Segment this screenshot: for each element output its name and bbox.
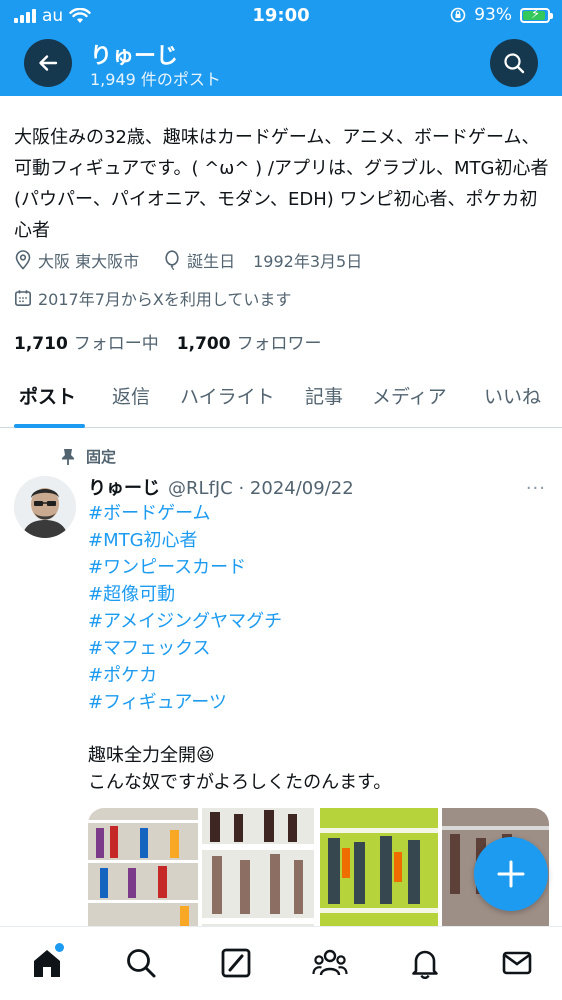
header-post-count: 1,949 件のポスト [90,70,221,89]
search-button[interactable] [490,39,538,87]
grok-icon [221,948,251,978]
bottom-nav [0,926,562,1000]
profile-join-row: 2017年7月からXを利用しています [14,286,291,310]
compose-post-button[interactable] [474,837,548,911]
location-icon [15,250,31,270]
arrow-left-icon [39,55,58,71]
hashtag-link[interactable]: #ポケカ [88,662,282,689]
following-label: フォロー中 [73,334,159,354]
communities-icon [312,949,348,976]
notification-dot [55,943,64,952]
nav-notifications[interactable] [405,943,445,983]
nav-grok[interactable] [216,943,256,983]
post-text-line: こんな奴ですがよろしくたのんます。 [88,772,392,793]
hashtag-link[interactable]: #MTG初心者 [88,527,282,554]
tab-articles[interactable]: 記事 [305,382,343,409]
hashtag-link[interactable]: #ボードゲーム [88,500,282,527]
tab-highlights[interactable]: ハイライト [180,382,275,409]
search-icon [504,53,525,74]
post-text-line: 趣味全力全開😆 [88,745,215,766]
nav-messages[interactable] [497,943,537,983]
nav-search[interactable] [121,943,161,983]
status-right: 93% ⚡ [450,5,553,25]
more-options-button[interactable]: ··· [526,478,546,499]
avatar[interactable] [14,476,76,538]
following-link[interactable]: 1,710 フォロー中 [14,329,159,354]
profile-bio: 大阪住みの32歳、趣味はカードゲーム、アニメ、ボードゲーム、可動フィギュアです。… [14,127,549,241]
hashtag-link[interactable]: #超像可動 [88,581,282,608]
post-author-name[interactable]: りゅーじ [88,474,160,500]
orientation-lock-icon [450,7,466,23]
tab-posts[interactable]: ポスト [19,382,76,409]
follow-stats: 1,710 フォロー中 1,700 フォロワー [14,329,322,354]
followers-label: フォロワー [236,334,322,354]
pin-icon [62,448,74,465]
profile-birthday: 1992年3月5日 [253,252,363,271]
profile-location: 大阪 東大阪市 [38,252,140,271]
nav-home[interactable] [27,943,67,983]
followers-link[interactable]: 1,700 フォロワー [177,329,322,354]
balloon-icon [165,250,179,270]
tab-media[interactable]: メディア [372,382,447,409]
post-handle-date: @RLfJC · 2024/09/22 [168,478,354,499]
hashtag-link[interactable]: #アメイジングヤマグチ [88,608,282,635]
plus-icon [497,860,525,888]
post-header: りゅーじ @RLfJC · 2024/09/22 [88,474,354,500]
active-tab-indicator [14,424,85,428]
pinned-indicator: 固定 [60,446,116,467]
battery-percent: 93% [474,5,512,25]
profile-meta-row: 大阪 東大阪市 誕生日 1992年3月5日 [14,248,362,272]
pinned-label: 固定 [86,448,117,466]
tab-likes[interactable]: いいね [484,382,541,409]
calendar-icon [14,290,31,306]
status-bar: au 19:00 93% ⚡ [0,0,562,32]
following-count: 1,710 [14,334,68,354]
followers-count: 1,700 [176,334,231,354]
notifications-icon [412,950,438,979]
birthday-label: 誕生日 [187,252,236,271]
profile-header-bar: au 19:00 93% ⚡ りゅーじ 1,949 件のポスト [0,0,562,96]
search-icon [127,949,156,978]
hashtag-link[interactable]: #マフェックス [88,635,282,662]
hashtag-link[interactable]: #ワンピースカード [88,554,282,581]
messages-icon [502,951,532,975]
profile-tabs: ポスト 返信 ハイライト 記事 メディア いいね [0,364,562,428]
post-body-text: 趣味全力全開😆 こんな奴ですがよろしくたのんます。 [88,742,391,796]
nav-communities[interactable] [310,943,350,983]
hashtag-link[interactable]: #フィギュアーツ [88,689,282,716]
battery-icon: ⚡ [520,7,553,23]
back-button[interactable] [24,39,72,87]
profile-joined: 2017年7月からXを利用しています [38,290,292,309]
tab-replies[interactable]: 返信 [112,382,150,409]
post-hashtags: #ボードゲーム #MTG初心者 #ワンピースカード #超像可動 #アメイジングヤ… [88,500,282,716]
